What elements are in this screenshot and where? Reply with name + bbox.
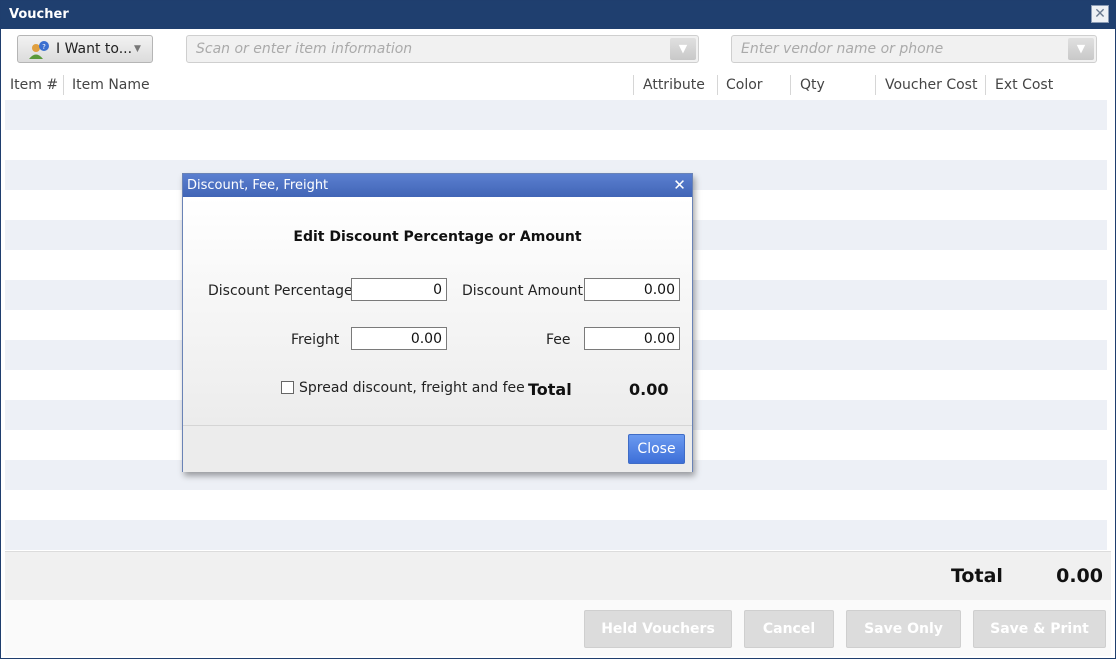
vendor-search-combo: ▼ [731, 35, 1097, 63]
dialog-titlebar: Discount, Fee, Freight ✕ [183, 174, 692, 197]
totals-bar: Total 0.00 [5, 551, 1111, 600]
dialog-footer: Close [183, 425, 692, 472]
spread-checkbox-label[interactable]: Spread discount, freight and fee [299, 380, 525, 396]
column-divider[interactable] [790, 75, 791, 95]
i-want-to-button[interactable]: ? I Want to... ▼ [17, 35, 153, 63]
table-row[interactable] [5, 130, 1107, 160]
spread-checkbox[interactable] [281, 381, 294, 394]
fee-label: Fee [546, 332, 571, 348]
grand-total-label: Total [951, 565, 1003, 587]
column-header-item-number[interactable]: Item # [10, 77, 58, 93]
grand-total-value: 0.00 [1056, 565, 1103, 587]
column-header-color[interactable]: Color [726, 77, 763, 93]
window-title: Voucher [9, 7, 69, 22]
vendor-search-dropdown-icon[interactable]: ▼ [1068, 38, 1094, 60]
dialog-close-button[interactable]: Close [628, 434, 685, 464]
window-close-icon[interactable]: ✕ [1091, 5, 1109, 23]
column-header-attribute[interactable]: Attribute [643, 77, 705, 93]
fee-input[interactable] [584, 327, 680, 350]
discount-amount-label: Discount Amount [462, 283, 583, 299]
discount-percentage-input[interactable] [351, 278, 447, 301]
column-divider[interactable] [633, 75, 634, 95]
voucher-window: Voucher ✕ ? I Want to... ▼ ▼ ▼ Item # It… [0, 0, 1116, 659]
dialog-close-icon[interactable]: ✕ [668, 175, 691, 196]
toolbar: ? I Want to... ▼ ▼ ▼ [1, 29, 1115, 71]
window-titlebar: Voucher ✕ [1, 1, 1115, 29]
svg-text:?: ? [42, 43, 46, 51]
vendor-search-input[interactable] [741, 40, 1055, 58]
item-search-input[interactable] [196, 40, 657, 58]
chevron-down-icon: ▼ [134, 44, 141, 54]
i-want-to-label: I Want to... [56, 41, 133, 57]
dialog-title: Discount, Fee, Freight [187, 178, 329, 193]
column-divider[interactable] [985, 75, 986, 95]
item-search-dropdown-icon[interactable]: ▼ [670, 38, 696, 60]
freight-input[interactable] [351, 327, 447, 350]
discount-amount-input[interactable] [584, 278, 680, 301]
column-header-qty[interactable]: Qty [800, 77, 825, 93]
user-avatar-icon: ? [29, 41, 49, 59]
table-row[interactable] [5, 520, 1107, 550]
dialog-total-value: 0.00 [629, 380, 669, 399]
held-vouchers-button[interactable]: Held Vouchers [584, 610, 732, 648]
item-search-combo: ▼ [186, 35, 699, 63]
discount-percentage-label: Discount Percentage [208, 283, 353, 299]
save-print-button[interactable]: Save & Print [973, 610, 1106, 648]
table-header: Item # Item Name Attribute Color Qty Vou… [5, 71, 1107, 101]
table-row[interactable] [5, 490, 1107, 520]
discount-fee-freight-dialog: Discount, Fee, Freight ✕ Edit Discount P… [182, 173, 693, 472]
column-header-item-name[interactable]: Item Name [72, 77, 150, 93]
freight-label: Freight [291, 332, 340, 348]
column-header-voucher-cost[interactable]: Voucher Cost [885, 77, 977, 93]
column-header-ext-cost[interactable]: Ext Cost [995, 77, 1053, 93]
dialog-total-label: Total [528, 380, 572, 399]
dialog-heading: Edit Discount Percentage or Amount [293, 229, 582, 245]
column-divider[interactable] [875, 75, 876, 95]
column-divider[interactable] [717, 75, 718, 95]
footer-actions: Held Vouchers Cancel Save Only Save & Pr… [5, 600, 1111, 656]
cancel-button[interactable]: Cancel [744, 610, 834, 648]
table-row[interactable] [5, 100, 1107, 130]
save-only-button[interactable]: Save Only [846, 610, 961, 648]
column-divider[interactable] [63, 75, 64, 95]
